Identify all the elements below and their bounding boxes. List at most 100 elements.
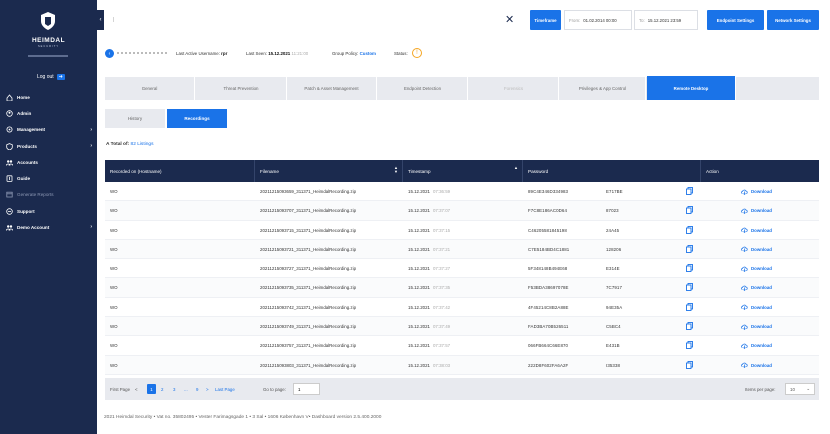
items-per-page-select[interactable]: 10 ⌄ xyxy=(785,383,815,395)
page-9-link[interactable]: 9 xyxy=(196,378,198,400)
support-icon xyxy=(5,207,13,215)
brand-name: HEIMDAL xyxy=(31,37,66,44)
sidebar-item-label: Home xyxy=(17,94,30,100)
download-button[interactable]: Download xyxy=(741,336,772,355)
to-date-field[interactable]: To: 15.12.2021 23:59 xyxy=(634,10,698,30)
sidebar-item-management[interactable]: Management › xyxy=(0,122,97,138)
first-page-link[interactable]: First Page xyxy=(110,378,130,400)
from-date-field[interactable]: From: 01.02.2014 00:00 xyxy=(564,10,632,30)
cell-hostname: WO xyxy=(105,201,255,220)
download-label: Download xyxy=(751,343,772,349)
network-settings-button[interactable]: Network Settings xyxy=(767,10,819,30)
collapse-sidebar-button[interactable]: ‹ xyxy=(97,10,104,30)
prev-page-icon[interactable]: < xyxy=(135,378,138,400)
sidebar-item-demo-account[interactable]: Demo Account › xyxy=(0,219,97,235)
items-per-page-label: Items per page: xyxy=(745,386,776,392)
cell-hostname: WO xyxy=(105,298,255,317)
date-text: 15.12.2021 xyxy=(408,285,430,291)
clear-search-icon[interactable]: ✕ xyxy=(505,13,514,26)
timeframe-button[interactable]: Timeframe xyxy=(530,10,561,30)
page-3-link[interactable]: 3 xyxy=(173,378,175,400)
recordings-table: Recorded on (Hostname) Filename ▲ ▼ Timest… xyxy=(105,160,819,375)
endpoint-settings-button[interactable]: Endpoint Settings xyxy=(707,10,764,30)
copy-icon[interactable] xyxy=(686,206,693,215)
last-active-value: rpr xyxy=(221,51,228,56)
sidebar-item-label: Guide xyxy=(17,176,31,182)
download-button[interactable]: Download xyxy=(741,317,772,336)
hostname-text: WO xyxy=(110,189,118,194)
sidebar-item-label: Admin xyxy=(17,110,32,116)
copy-icon[interactable] xyxy=(686,225,693,234)
copy-icon[interactable] xyxy=(686,302,693,311)
password-suffix-text: E314E xyxy=(606,266,620,272)
sidebar-item-accounts[interactable]: Accounts xyxy=(0,154,97,170)
tab-endpoint-detection[interactable]: Endpoint Detection xyxy=(378,77,468,100)
subtab-history[interactable]: History xyxy=(105,109,165,128)
copy-icon[interactable] xyxy=(686,283,693,292)
tab-privileges-app-control[interactable]: Privileges & App Control xyxy=(560,77,646,100)
goto-page-label: Go to page: xyxy=(263,386,286,392)
next-page-icon[interactable]: > xyxy=(206,378,209,400)
chevron-right-icon: › xyxy=(90,224,92,231)
copy-icon[interactable] xyxy=(686,360,693,369)
download-button[interactable]: Download xyxy=(741,356,772,375)
group-policy-value[interactable]: Custom xyxy=(360,51,376,56)
date-text: 15.12.2021 xyxy=(408,208,430,214)
last-page-link[interactable]: Last Page xyxy=(215,378,235,400)
accounts-icon xyxy=(5,158,13,166)
download-button[interactable]: Download xyxy=(741,298,772,317)
col-timestamp[interactable]: Timestamp ▲ xyxy=(403,160,523,182)
page-2-link[interactable]: 2 xyxy=(161,378,163,400)
group-policy-label: Group Policy: xyxy=(332,51,359,56)
sidebar-item-admin[interactable]: Admin xyxy=(0,105,97,121)
download-button[interactable]: Download xyxy=(741,182,772,201)
page-1-button[interactable]: 1 xyxy=(147,384,156,394)
sidebar-item-generate-reports[interactable]: Generate Reports xyxy=(0,187,97,203)
download-label: Download xyxy=(751,208,772,214)
filename-text: 20211215093742_311371_HeimdalRecording.z… xyxy=(260,304,357,310)
col-hostname-label: Recorded on (Hostname) xyxy=(110,168,162,174)
copy-icon[interactable] xyxy=(686,264,693,273)
search-input[interactable] xyxy=(107,10,524,30)
sidebar-item-guide[interactable]: Guide xyxy=(0,170,97,186)
filename-text: 20211215093757_311371_HeimdalRecording.z… xyxy=(260,343,357,349)
copy-icon[interactable] xyxy=(686,341,693,350)
sidebar-item-support[interactable]: Support xyxy=(0,203,97,219)
download-button[interactable]: Download xyxy=(741,221,772,240)
subtab-recordings[interactable]: Recordings xyxy=(167,109,227,128)
filename-text: 20211215093749_311371_HeimdalRecording.z… xyxy=(260,324,357,330)
hostname-text: WO xyxy=(110,324,118,330)
tab-threat-prevention[interactable]: Threat Prevention xyxy=(196,77,287,100)
sort-icon: ▲ xyxy=(514,165,518,170)
goto-page-input[interactable] xyxy=(293,383,320,395)
logout-button[interactable]: Log out ➜ xyxy=(37,74,65,80)
chevron-right-icon: › xyxy=(90,142,92,149)
col-filename[interactable]: Filename ▲ ▼ xyxy=(255,160,403,182)
main-tabs: General Threat Prevention Patch & Asset Ma… xyxy=(105,76,819,100)
download-button[interactable]: Download xyxy=(741,278,772,297)
table-header: Recorded on (Hostname) Filename ▲ ▼ Timest… xyxy=(105,160,819,182)
back-toggle-button[interactable]: ‹ xyxy=(105,49,114,58)
cell-hostname: WO xyxy=(105,182,255,201)
cell-filename: 20211215093735_311371_HeimdalRecording.z… xyxy=(255,278,403,297)
copy-icon[interactable] xyxy=(686,244,693,253)
copy-icon[interactable] xyxy=(686,187,693,195)
col-hostname[interactable]: Recorded on (Hostname) xyxy=(105,160,255,182)
download-button[interactable]: Download xyxy=(741,240,772,259)
cell-password: F53BDA38697078E xyxy=(523,278,601,297)
filename-text: 20211215093707_311371_HeimdalRecording.z… xyxy=(260,208,357,214)
cell-password: 5F348148B494E68 xyxy=(523,259,601,278)
download-button[interactable]: Download xyxy=(741,201,772,220)
sidebar-item-home[interactable]: Home xyxy=(0,89,97,105)
tab-patch-asset-management[interactable]: Patch & Asset Management xyxy=(287,77,377,100)
col-password-label: Password xyxy=(528,168,549,174)
cloud-download-icon xyxy=(741,285,748,291)
table-row: WO 20211215093757_311371_HeimdalRecording… xyxy=(105,336,819,356)
password-suffix-text: E431B xyxy=(606,343,620,349)
cell-password: F7C8E186AC0D64 xyxy=(523,201,601,220)
sidebar-item-products[interactable]: Products › xyxy=(0,138,97,154)
tab-general[interactable]: General xyxy=(105,77,195,100)
copy-icon[interactable] xyxy=(686,322,693,331)
tab-remote-desktop[interactable]: Remote Desktop xyxy=(647,76,736,100)
download-button[interactable]: Download xyxy=(741,259,772,278)
